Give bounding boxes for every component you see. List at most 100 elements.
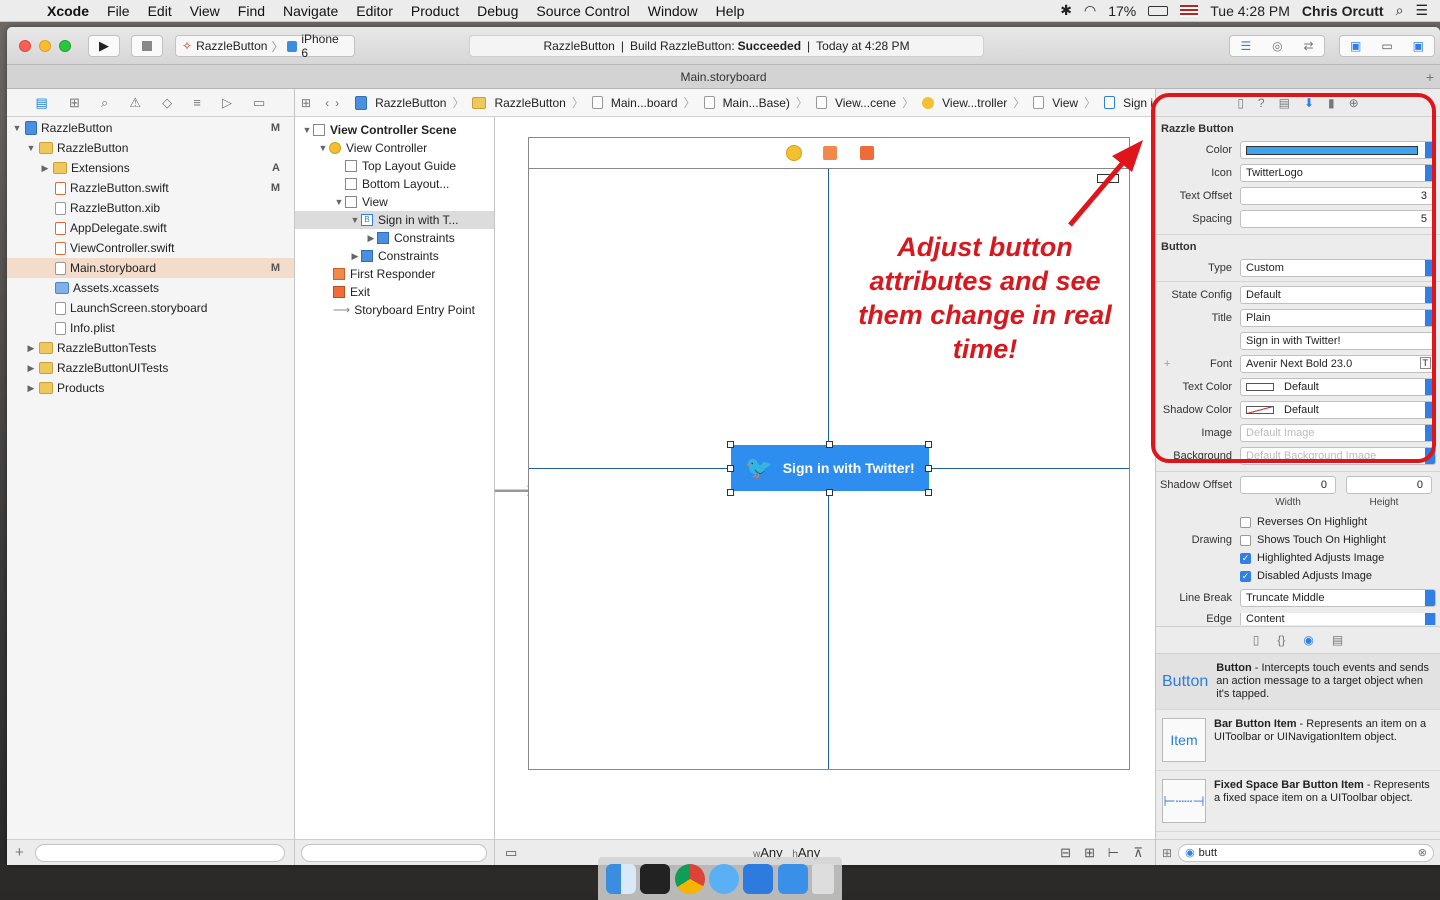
- breadcrumb-storyboard[interactable]: Main...board: [590, 96, 678, 110]
- tree-item[interactable]: Assets.xcassets: [7, 278, 294, 298]
- resize-handle[interactable]: [826, 441, 833, 448]
- tree-item[interactable]: Info.plist: [7, 318, 294, 338]
- outline-item[interactable]: ▼ View Controller: [295, 139, 494, 157]
- line-break-select[interactable]: Truncate Middle: [1240, 589, 1436, 607]
- flag-icon[interactable]: [1180, 4, 1199, 17]
- checkbox-checked[interactable]: ✓: [1240, 570, 1251, 582]
- icon-select[interactable]: TwitterLogo: [1240, 164, 1436, 182]
- tree-item[interactable]: ▶ RazzleButtonUITests: [7, 358, 294, 378]
- disclosure-icon[interactable]: ▶: [25, 343, 37, 354]
- tree-item[interactable]: ▶ Extensions A: [7, 158, 294, 178]
- outline-filter-input[interactable]: [301, 844, 487, 862]
- resize-handle[interactable]: [925, 489, 932, 496]
- chrome-icon[interactable]: [674, 863, 705, 894]
- disclosure-icon[interactable]: ▶: [25, 363, 37, 374]
- code-snippet-icon[interactable]: {}: [1277, 633, 1285, 647]
- clock[interactable]: Tue 4:28 PM: [1210, 3, 1290, 19]
- connections-inspector-icon[interactable]: ⊕: [1349, 96, 1359, 110]
- font-picker-icon[interactable]: T: [1419, 357, 1431, 369]
- twitter-signin-button[interactable]: 🐦 Sign in with Twitter!: [731, 445, 929, 491]
- resolve-icon[interactable]: ⊼: [1133, 845, 1143, 861]
- related-items-icon[interactable]: ⊞: [301, 96, 311, 110]
- outline-item[interactable]: First Responder: [295, 265, 494, 283]
- checkbox-checked[interactable]: ✓: [1240, 552, 1251, 564]
- trash-icon[interactable]: [811, 863, 834, 894]
- library-search-field[interactable]: ◉ butt ⊗: [1178, 843, 1434, 862]
- grid-view-icon[interactable]: ⊞: [1162, 846, 1172, 860]
- media-library-icon[interactable]: ▤: [1332, 633, 1343, 647]
- menu-xcode[interactable]: Xcode: [38, 3, 98, 19]
- pin-icon[interactable]: ⊢: [1108, 845, 1119, 861]
- title-type-select[interactable]: Plain: [1240, 309, 1436, 327]
- disclosure-icon[interactable]: ▶: [365, 233, 377, 244]
- menu-source-control[interactable]: Source Control: [527, 3, 638, 19]
- symbol-icon[interactable]: ⊞: [69, 95, 80, 111]
- outline-item[interactable]: ▶ Constraints: [295, 247, 494, 265]
- tree-item[interactable]: ▼ RazzleButton M: [7, 118, 294, 138]
- standard-editor-icon[interactable]: ☰: [1240, 39, 1251, 53]
- disclosure-icon[interactable]: ▶: [25, 383, 37, 394]
- search-icon[interactable]: ⌕: [1396, 2, 1404, 19]
- battery-percent[interactable]: 17%: [1108, 3, 1136, 19]
- test-icon[interactable]: ◇: [162, 95, 172, 111]
- debug-icon[interactable]: ≡: [193, 95, 201, 110]
- disclosure-icon[interactable]: ▼: [349, 215, 361, 225]
- xcode-beta-icon[interactable]: [777, 863, 808, 894]
- tree-item[interactable]: RazzleButton.swift M: [7, 178, 294, 198]
- library-item-button[interactable]: Button Button - Intercepts touch events …: [1156, 654, 1440, 710]
- zoom-button[interactable]: [59, 40, 71, 52]
- resize-handle[interactable]: [826, 489, 833, 496]
- tab-main-storyboard[interactable]: Main.storyboard: [680, 70, 766, 84]
- clear-search-icon[interactable]: ⊗: [1418, 846, 1427, 859]
- quick-help-icon[interactable]: ?: [1258, 96, 1265, 110]
- size-inspector-icon[interactable]: ▮: [1328, 96, 1335, 110]
- outline-item[interactable]: ▶ Constraints: [295, 229, 494, 247]
- version-editor-icon[interactable]: ⇄: [1303, 39, 1313, 53]
- breadcrumb-scene[interactable]: View...cene: [814, 96, 896, 110]
- tree-item[interactable]: LaunchScreen.storyboard: [7, 298, 294, 318]
- breakpoint-icon[interactable]: ▷: [222, 95, 232, 111]
- disclosure-icon[interactable]: ▼: [333, 197, 345, 207]
- report-icon[interactable]: ▭: [253, 95, 265, 111]
- close-button[interactable]: [19, 40, 31, 52]
- library-item-bar-button[interactable]: Item Bar Button Item - Represents an ite…: [1156, 710, 1440, 771]
- first-responder-icon[interactable]: [823, 146, 837, 160]
- outline-item[interactable]: ⟶ Storyboard Entry Point: [295, 301, 494, 319]
- font-field[interactable]: Avenir Next Bold 23.0 T: [1240, 355, 1436, 373]
- back-icon[interactable]: ‹: [325, 96, 329, 110]
- add-icon[interactable]: +: [15, 844, 24, 861]
- breadcrumb-button[interactable]: Sign in with Twitter!: [1102, 96, 1155, 110]
- disclosure-icon[interactable]: ▶: [349, 251, 361, 262]
- stop-button[interactable]: [131, 35, 163, 57]
- tree-item[interactable]: ▶ Products: [7, 378, 294, 398]
- disclosure-icon[interactable]: ▼: [301, 125, 313, 135]
- resize-handle[interactable]: [727, 489, 734, 496]
- align-icon[interactable]: ⊞: [1084, 845, 1095, 861]
- user-name[interactable]: Chris Orcutt: [1302, 3, 1384, 19]
- resize-handle[interactable]: [727, 465, 734, 472]
- outline-item[interactable]: ▼ View: [295, 193, 494, 211]
- utilities-toggle-icon[interactable]: ▣: [1413, 39, 1424, 53]
- spacing-field[interactable]: 5: [1240, 210, 1436, 228]
- stack-icon[interactable]: ⊟: [1060, 845, 1071, 861]
- attributes-inspector-icon[interactable]: ⬇: [1304, 96, 1314, 110]
- outline-item-selected[interactable]: ▼ B Sign in with T...: [295, 211, 494, 229]
- shadow-offset-height[interactable]: 0: [1346, 476, 1432, 494]
- color-well[interactable]: [1240, 141, 1436, 159]
- add-tab-icon[interactable]: +: [1426, 65, 1434, 89]
- navigator-filter-input[interactable]: [35, 844, 285, 862]
- resize-handle[interactable]: [727, 441, 734, 448]
- menu-editor[interactable]: Editor: [347, 3, 402, 19]
- menu-file[interactable]: File: [98, 3, 139, 19]
- text-color-select[interactable]: Default: [1240, 378, 1436, 396]
- tree-item[interactable]: ViewController.swift: [7, 238, 294, 258]
- xcode-icon[interactable]: [743, 863, 774, 894]
- tree-item[interactable]: RazzleButton.xib: [7, 198, 294, 218]
- title-text-field[interactable]: Sign in with Twitter!: [1240, 332, 1436, 350]
- wifi-icon[interactable]: ◠: [1084, 2, 1096, 19]
- tree-item[interactable]: ▼ RazzleButton: [7, 138, 294, 158]
- terminal-icon[interactable]: [640, 863, 671, 894]
- background-select[interactable]: Default Background Image: [1240, 447, 1436, 465]
- resize-handle[interactable]: [925, 441, 932, 448]
- object-library-icon[interactable]: ◉: [1303, 633, 1313, 647]
